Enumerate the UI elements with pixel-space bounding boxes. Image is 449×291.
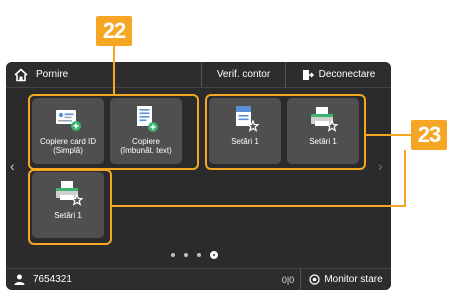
status-monitor-icon <box>309 274 320 285</box>
home-label: Pornire <box>36 69 69 80</box>
button-label-line2: (îmbunăt. text) <box>120 146 172 155</box>
page-dot-current <box>210 251 218 259</box>
favorite-settings-1-button[interactable]: Setări 1 <box>209 98 281 164</box>
button-label-line2: (Simplă) <box>53 146 83 155</box>
favorite-settings-1-button[interactable]: Setări 1 <box>32 172 104 238</box>
printer-star-icon <box>56 181 83 206</box>
button-label-line1: Setări 1 <box>309 137 337 146</box>
document-copy-icon <box>137 106 158 132</box>
logout-button[interactable]: Deconectare <box>285 62 391 87</box>
check-counter-label: Verif. contor <box>216 69 271 80</box>
page-dot <box>171 253 175 257</box>
user-id: 7654321 <box>6 274 276 285</box>
button-label-line1: Setări 1 <box>231 137 259 146</box>
id-card-copy-button[interactable]: Copiere card ID (Simplă) <box>32 98 104 164</box>
user-id-label: 7654321 <box>33 274 72 285</box>
enhanced-text-copy-button[interactable]: Copiere (îmbunăt. text) <box>110 98 182 164</box>
page-dot <box>184 253 188 257</box>
logout-icon <box>302 69 314 80</box>
header-bar: Pornire Verif. contor Deconectare <box>6 62 391 88</box>
page-dot <box>197 253 201 257</box>
button-label-line1: Setări 1 <box>54 211 82 220</box>
callout-23: 23 <box>411 120 447 150</box>
user-icon <box>14 274 25 285</box>
button-label-line1: Copiere card ID <box>39 137 97 146</box>
status-bar: 7654321 0|0 Monitor stare <box>6 268 391 290</box>
main-panel: ‹ › Copiere card ID (Simplă) Copiere (îm… <box>6 88 391 268</box>
page-indicator <box>171 251 227 259</box>
home-button[interactable]: Pornire <box>6 62 201 87</box>
logout-label: Deconectare <box>318 69 376 80</box>
button-label-line1: Copiere <box>131 137 160 146</box>
next-page-arrow[interactable]: › <box>378 158 383 174</box>
touch-screen: Pornire Verif. contor Deconectare ‹ › Co… <box>6 62 391 290</box>
callout-22: 22 <box>96 16 132 46</box>
id-card-copy-icon <box>56 110 81 131</box>
status-monitor-label: Monitor stare <box>324 274 383 285</box>
check-counter-button[interactable]: Verif. contor <box>201 62 285 87</box>
previous-page-arrow[interactable]: ‹ <box>10 158 15 174</box>
printer-star-icon <box>311 107 338 132</box>
document-star-icon <box>236 106 260 132</box>
home-icon <box>14 67 28 81</box>
favorite-settings-1-button[interactable]: Setări 1 <box>287 98 359 164</box>
network-status-icon: 0|0 <box>281 274 295 285</box>
status-monitor-button[interactable]: Monitor stare <box>300 269 391 290</box>
